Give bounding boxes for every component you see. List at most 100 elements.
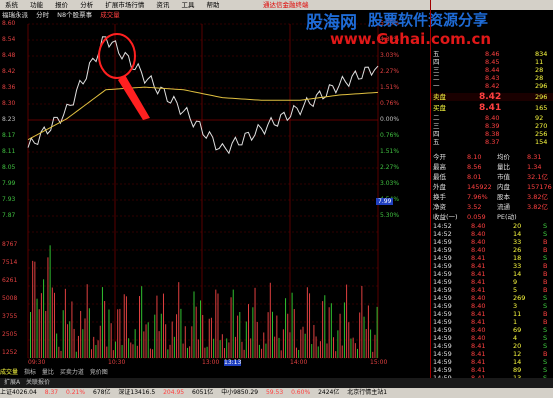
volume-bar — [289, 332, 291, 358]
volume-bar — [230, 297, 232, 358]
volume-bar — [333, 337, 335, 358]
tick-row: 14:59 8.40 3 S — [433, 302, 548, 310]
tab-buy-sell-force[interactable]: 买卖力道 — [60, 369, 84, 376]
price-tick: 8.05 — [2, 164, 16, 171]
tab-volume[interactable]: 成交量 — [0, 369, 18, 376]
volume-bar — [367, 305, 369, 358]
volume-bar — [108, 309, 110, 358]
sh-index: 上证4026.04 — [0, 389, 37, 396]
tab-timeshare[interactable]: 分时 — [36, 11, 49, 19]
volume-bar — [117, 309, 119, 358]
bid-row: 四 8.38 256 — [433, 130, 548, 138]
volume-bar — [370, 329, 372, 358]
volume-bar — [40, 293, 42, 358]
volume-bar — [221, 334, 223, 358]
volume-bar — [99, 325, 101, 358]
volume-bar — [152, 349, 154, 358]
volume-bar — [232, 289, 234, 358]
volume-bar — [53, 292, 55, 358]
volume-bar — [295, 347, 297, 358]
volume-bar — [219, 340, 221, 358]
tab-related-quote[interactable]: 关联报价 — [26, 379, 50, 386]
sell-row: 卖盘 8.42 296 — [431, 93, 553, 102]
volume-bar — [224, 348, 226, 358]
menu-system[interactable]: 系统 — [0, 0, 23, 10]
price-tick: 8.48 — [2, 52, 16, 59]
volume-bar — [115, 341, 117, 358]
time-tick: 13:00 — [202, 359, 220, 366]
volume-bar — [58, 346, 60, 358]
volume-bar — [80, 310, 82, 358]
volume-bar — [363, 316, 365, 358]
volume-bar — [106, 346, 108, 358]
stat-row: 最低 8.01 市值 32.1亿 — [433, 173, 548, 181]
volume-bar — [354, 343, 356, 358]
percent-tick: 2.27% — [380, 68, 400, 75]
menu-news[interactable]: 资讯 — [151, 0, 174, 10]
price-tick: 7.93 — [2, 196, 16, 203]
price-tick: 8.42 — [2, 68, 16, 75]
volume-bar — [62, 310, 64, 358]
volume-bar — [91, 349, 93, 358]
tick-row: 14:59 8.41 11 B — [433, 310, 548, 318]
volume-bar — [84, 318, 86, 358]
volume-bar — [282, 329, 284, 358]
percent-tick: 2.27% — [380, 164, 400, 171]
volume-bar — [30, 312, 31, 358]
volume-bar — [73, 328, 75, 358]
menu-analysis[interactable]: 分析 — [75, 0, 98, 10]
ask-row: 三 8.44 28 — [433, 66, 544, 74]
volume-bar — [309, 293, 311, 358]
tab-extended-a[interactable]: 扩展A — [4, 379, 20, 386]
volume-bar — [226, 338, 228, 358]
volume-bar — [56, 333, 58, 358]
volume-bar — [51, 287, 53, 358]
volume-tick: 2505 — [2, 331, 18, 338]
volume-bar — [184, 326, 186, 358]
menu-function[interactable]: 功能 — [25, 0, 48, 10]
menu-help[interactable]: 帮助 — [202, 0, 225, 10]
volume-bar — [335, 351, 337, 358]
volume-bar — [77, 335, 79, 358]
server-name[interactable]: 北京行情主站1 — [347, 389, 387, 396]
volume-bar — [302, 326, 304, 358]
volume-bar — [47, 257, 49, 358]
volume-bar — [291, 292, 293, 358]
volume-bar — [64, 288, 66, 358]
tab-volume-ratio[interactable]: 量比 — [42, 369, 54, 376]
stock-note: N8个股票事 — [57, 11, 93, 19]
volume-bar — [123, 294, 125, 358]
volume-bar — [173, 336, 175, 358]
chart-grid — [27, 23, 379, 359]
volume-bar — [101, 287, 103, 358]
tick-row: 14:59 8.41 1 B — [433, 318, 548, 326]
volume-bar — [317, 346, 319, 358]
menu-quote[interactable]: 报价 — [50, 0, 73, 10]
volume-bar — [45, 310, 47, 358]
volume-bar — [206, 346, 208, 358]
price-tick: 7.99 — [2, 180, 16, 187]
volume-bar — [32, 260, 34, 358]
volume-bar — [104, 301, 106, 358]
volume-bar — [261, 348, 263, 358]
volume-tick: 8767 — [2, 241, 18, 248]
percent-tick: 1.51% — [380, 148, 400, 155]
volume-bars — [30, 245, 378, 358]
volume-bar — [252, 307, 254, 358]
volume-bar — [162, 293, 164, 358]
ask-row: 五 8.46 834 — [433, 50, 548, 58]
tab-auction[interactable]: 竞价图 — [90, 369, 108, 376]
volume-bar — [149, 348, 151, 358]
menu-extended-market[interactable]: 扩展市场行情 — [100, 0, 149, 10]
stat-row: 最高 8.56 量比 1.34 — [433, 163, 542, 171]
volume-bar — [346, 284, 348, 358]
tab-indicator[interactable]: 指标 — [24, 369, 36, 376]
stat-row: 净资 3.52 流通 3.82亿 — [433, 203, 548, 211]
ask-row: 一 8.42 296 — [433, 82, 548, 90]
volume-bar — [213, 338, 215, 358]
stat-row: 今开 8.10 均价 8.31 — [433, 153, 542, 161]
volume-bar — [241, 341, 243, 358]
menu-tools[interactable]: 工具 — [176, 0, 199, 10]
volume-bar — [311, 344, 313, 358]
price-tick: 8.11 — [2, 148, 16, 155]
